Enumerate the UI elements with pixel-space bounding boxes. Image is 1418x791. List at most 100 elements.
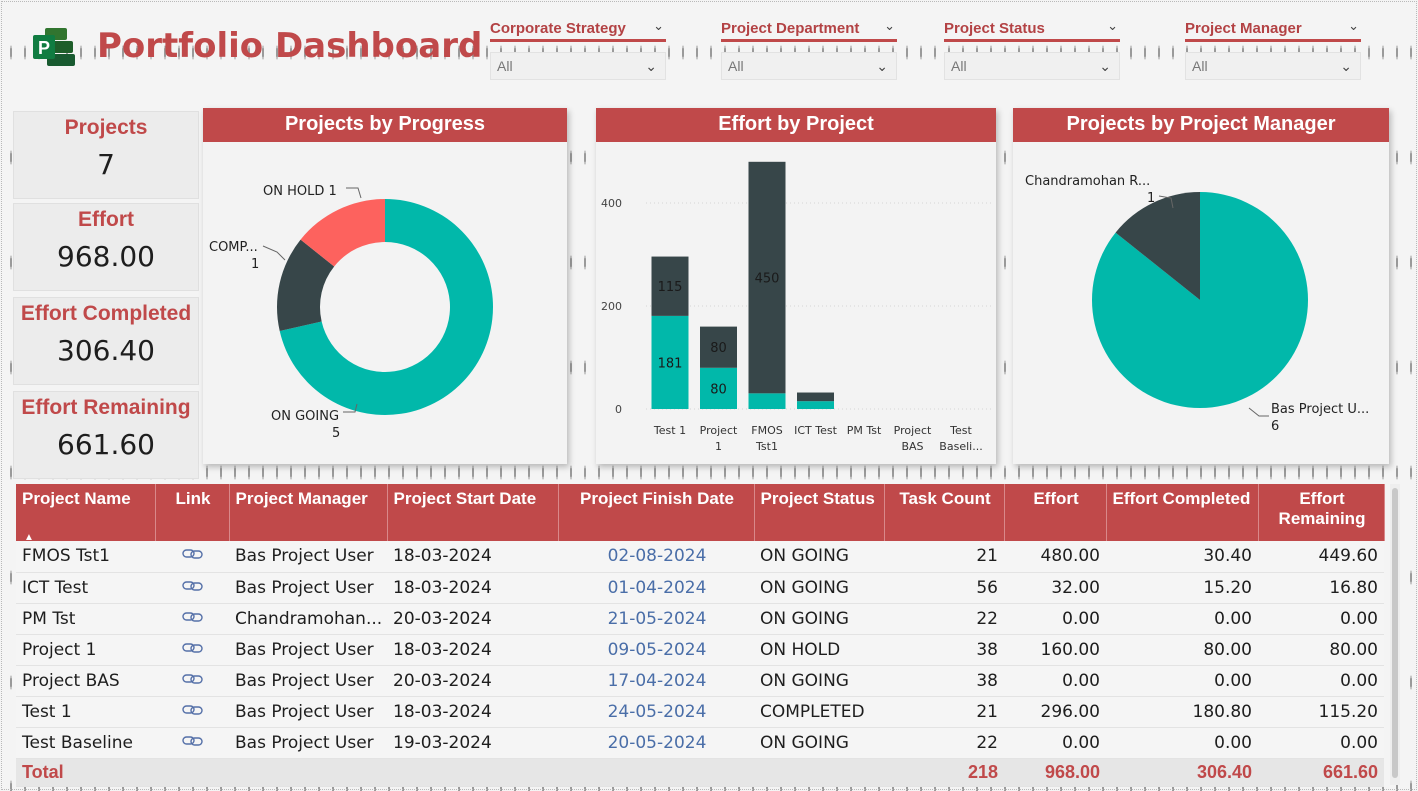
slicer-value: All [1192,58,1208,74]
column-header-project-name[interactable]: Project Name ▲ [16,484,156,543]
slicer-project-department[interactable]: Project Department ⌄ All ⌄ [721,18,897,80]
column-header-effort[interactable]: Effort [1004,484,1107,541]
link-cell[interactable] [155,541,229,573]
link-cell[interactable] [155,665,229,697]
column-header-start-date[interactable]: Project Start Date [387,484,559,541]
chevron-down-icon: ⌄ [645,58,657,74]
projects-table[interactable]: Project Name ▲ Link Project Manager Proje… [16,484,1385,787]
bar-data-label: 450 [755,272,780,287]
stacked-bar-chart[interactable]: 0 200 400 181 115 80 80 450 Test 1 Project 1 FMOS… [596,142,996,464]
pie-chart[interactable]: Chandramohan R... 1 Bas Project U... 6 [1013,142,1389,464]
slicer-value: All [497,58,513,74]
table-row[interactable]: FMOS Tst1 Bas Project User 18-03-2024 02-08… [16,541,1384,573]
cell-start: 20-03-2024 [387,603,558,635]
x-category-label: PM Tst [847,424,882,437]
column-header-task-count[interactable]: Task Count [884,484,1005,541]
table-row[interactable]: ICT Test Bas Project User 18-03-2024 01-04-… [16,572,1384,604]
slicer-label: Project Department [721,20,860,37]
slicer-corporate-strategy[interactable]: Corporate Strategy ⌄ All ⌄ [490,18,666,80]
cell-finish: 09-05-2024 [558,634,754,666]
cell-remaining: 115.20 [1258,696,1384,728]
cell-start: 18-03-2024 [387,696,558,728]
cell-tasks: 21 [884,696,1004,728]
cell-tasks: 38 [884,634,1004,666]
link-icon[interactable] [182,641,204,655]
cell-completed: 0.00 [1106,603,1258,635]
cell-tasks: 38 [884,665,1004,697]
cell-remaining: 449.60 [1258,541,1384,573]
column-header-project-status[interactable]: Project Status [754,484,885,541]
chart-effort-by-project[interactable]: Effort by Project 0 200 400 181 115 80 80 450 … [596,108,996,464]
donut-label-completed-name: COMP... [209,240,258,255]
slicer-project-status[interactable]: Project Status ⌄ All ⌄ [944,18,1120,80]
bar-segment[interactable] [797,392,834,402]
x-category-label: ICT Test [794,424,837,437]
cell-manager: Bas Project User [229,665,387,697]
cell-status: ON GOING [754,572,884,604]
kpi-card-effort-remaining: Effort Remaining 661.60 [13,391,199,479]
cell-name: Project 1 [16,634,155,666]
chart-projects-by-manager[interactable]: Projects by Project Manager Chandramohan… [1013,108,1389,464]
link-icon[interactable] [182,579,204,593]
cell-status: ON HOLD [754,634,884,666]
bar-segment[interactable] [748,393,786,409]
link-icon[interactable] [182,734,204,748]
link-icon[interactable] [182,610,204,624]
column-header-finish-date[interactable]: Project Finish Date [558,484,755,541]
table-scrollbar-thumb[interactable] [1392,488,1398,778]
x-category-label: BAS [901,440,923,453]
slicer-dropdown[interactable]: All ⌄ [944,52,1120,80]
table-row[interactable]: Project 1 Bas Project User 18-03-2024 09-05… [16,634,1384,666]
column-header-effort-remaining[interactable]: Effort Remaining [1258,484,1385,541]
x-category-label: Test 1 [653,424,686,437]
column-header-link[interactable]: Link [155,484,230,541]
cell-remaining: 0.00 [1258,603,1384,635]
table-row[interactable]: Test 1 Bas Project User 18-03-2024 24-05-20… [16,696,1384,728]
link-cell[interactable] [155,572,229,604]
slicer-dropdown[interactable]: All ⌄ [1185,52,1361,80]
kpi-card-effort: Effort 968.00 [13,203,199,291]
chevron-down-icon: ⌄ [876,58,888,74]
cell-completed: 0.00 [1106,727,1258,759]
slicer-value: All [728,58,744,74]
chevron-down-icon[interactable]: ⌄ [884,18,895,34]
slicer-label: Project Status [944,20,1045,37]
chevron-down-icon[interactable]: ⌄ [1107,18,1118,34]
chevron-down-icon[interactable]: ⌄ [653,18,664,34]
bar-segment[interactable] [797,401,834,409]
link-cell[interactable] [155,634,229,666]
donut-chart[interactable]: ON HOLD 1 COMP... 1 ON GOING 5 [203,142,567,464]
chevron-down-icon[interactable]: ⌄ [1348,18,1359,34]
sort-ascending-icon[interactable]: ▲ [24,532,34,543]
cell-remaining: 0.00 [1258,727,1384,759]
cell-start: 18-03-2024 [387,634,558,666]
table-row[interactable]: Test Baseline Bas Project User 19-03-2024 2… [16,727,1384,759]
kpi-label: Effort Remaining [21,396,191,419]
chart-projects-by-progress[interactable]: Projects by Progress ON HOLD 1 COMP... 1… [203,108,567,464]
link-cell[interactable] [155,603,229,635]
table-header-row: Project Name ▲ Link Project Manager Proje… [16,484,1385,543]
link-cell[interactable] [155,727,229,759]
link-icon[interactable] [182,672,204,686]
x-category-label: FMOS [751,424,782,437]
slicer-label: Project Manager [1185,20,1302,37]
table-row[interactable]: Project BAS Bas Project User 20-03-2024 17-… [16,665,1384,697]
table-row[interactable]: PM Tst Chandramohan... 20-03-2024 21-05-202… [16,603,1384,635]
kpi-value: 661.60 [57,428,155,461]
cell-remaining: 0.00 [1258,665,1384,697]
link-icon[interactable] [182,703,204,717]
column-header-effort-completed[interactable]: Effort Completed [1106,484,1259,541]
x-category-label: Test [949,424,972,437]
slicer-project-manager[interactable]: Project Manager ⌄ All ⌄ [1185,18,1361,80]
slicer-dropdown[interactable]: All ⌄ [721,52,897,80]
cell-finish: 20-05-2024 [558,727,754,759]
kpi-label: Effort [78,208,134,231]
cell-name: PM Tst [16,603,155,635]
link-icon[interactable] [182,547,204,561]
slicer-dropdown[interactable]: All ⌄ [490,52,666,80]
column-header-project-manager[interactable]: Project Manager [229,484,388,541]
donut-label-completed-value: 1 [251,257,259,272]
cell-name: FMOS Tst1 [16,541,155,573]
link-cell[interactable] [155,696,229,728]
slicer-value: All [951,58,967,74]
